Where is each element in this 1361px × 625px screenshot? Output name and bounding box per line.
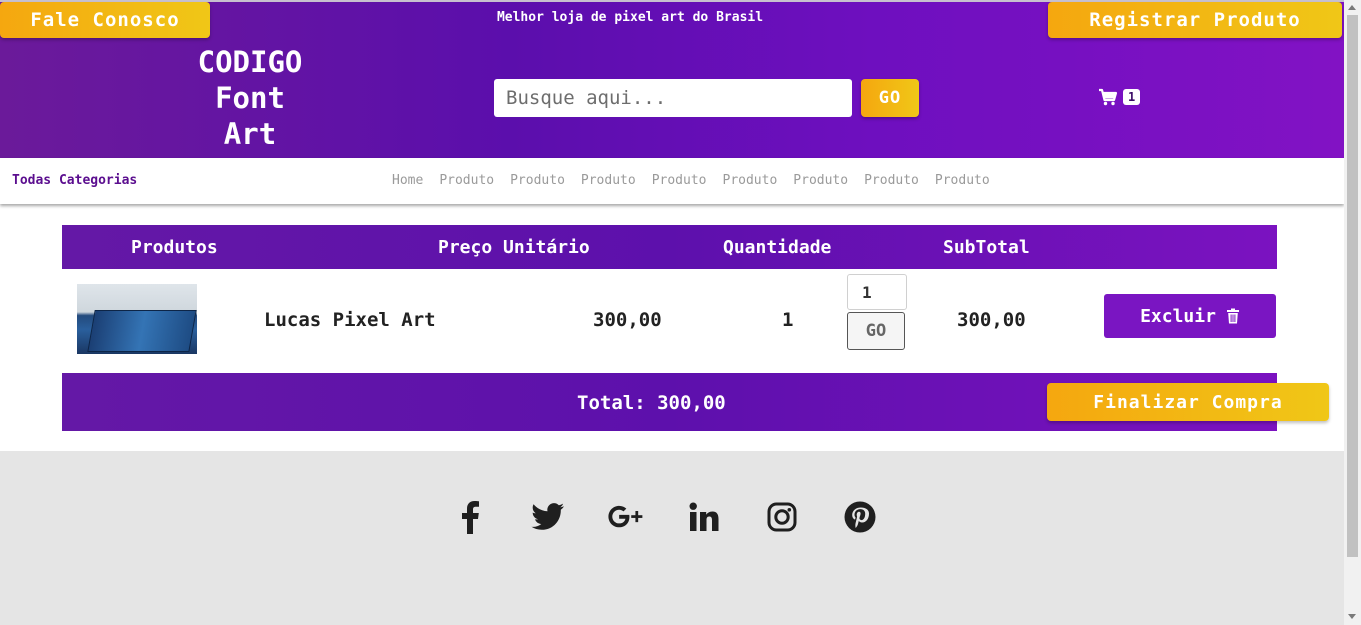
social-links	[452, 499, 920, 535]
nav-item-produto[interactable]: Produto	[581, 173, 636, 188]
cart-count-badge: 1	[1123, 89, 1141, 105]
page-scrollbar[interactable]	[1344, 0, 1361, 625]
scroll-up-arrow-icon[interactable]	[1348, 5, 1356, 10]
checkout-button[interactable]: Finalizar Compra	[1047, 383, 1329, 421]
cart-button[interactable]: 1	[1098, 88, 1141, 106]
register-product-button[interactable]: Registrar Produto	[1048, 2, 1342, 38]
quantity-input[interactable]: 1	[847, 274, 907, 310]
instagram-icon[interactable]	[764, 499, 800, 535]
nav-item-produto[interactable]: Produto	[510, 173, 565, 188]
logo-line-1: CODIGO	[197, 45, 303, 79]
product-thumbnail[interactable]	[77, 284, 197, 354]
cart-total-bar: Total: 300,00 Finalizar Compra	[62, 373, 1329, 431]
linkedin-icon[interactable]	[686, 499, 722, 535]
cart-total: Total: 300,00	[577, 392, 726, 414]
facebook-icon[interactable]	[452, 499, 488, 535]
nav-item-produto[interactable]: Produto	[652, 173, 707, 188]
cart-table-header: Produtos Preço Unitário Quantidade SubTo…	[62, 225, 1277, 269]
site-tagline: Melhor loja de pixel art do Brasil	[496, 10, 764, 25]
scroll-down-arrow-icon[interactable]	[1348, 614, 1356, 619]
scrollbar-thumb[interactable]	[1347, 15, 1358, 557]
column-header-products: Produtos	[131, 237, 218, 258]
product-image-art	[87, 310, 197, 352]
logo-line-3: Art	[223, 117, 277, 151]
quantity-value: 1	[782, 309, 794, 331]
cart-row: Lucas Pixel Art 300,00 1 1 GO 300,00 Exc…	[62, 269, 1277, 373]
category-nav: Todas Categorias Home Produto Produto Pr…	[0, 158, 1344, 204]
pinterest-icon[interactable]	[842, 499, 878, 535]
delete-button[interactable]: Excluir	[1104, 294, 1276, 338]
page: Fale Conosco Melhor loja de pixel art do…	[0, 0, 1344, 625]
delete-label: Excluir	[1140, 305, 1216, 327]
column-header-unit-price: Preço Unitário	[438, 237, 590, 258]
google-plus-icon[interactable]	[608, 499, 644, 535]
search-go-button[interactable]: GO	[861, 79, 919, 117]
nav-menu: Home Produto Produto Produto Produto Pro…	[392, 173, 990, 188]
all-categories-link[interactable]: Todas Categorias	[12, 173, 137, 188]
unit-price: 300,00	[593, 309, 662, 331]
product-name: Lucas Pixel Art	[264, 309, 436, 331]
nav-item-produto[interactable]: Produto	[935, 173, 990, 188]
site-logo[interactable]: CODIGO Font Art	[160, 44, 340, 152]
twitter-icon[interactable]	[530, 499, 566, 535]
update-quantity-button[interactable]: GO	[847, 312, 905, 350]
nav-item-home[interactable]: Home	[392, 173, 423, 188]
contact-button[interactable]: Fale Conosco	[0, 2, 210, 38]
logo-line-2: Font	[215, 81, 285, 115]
nav-item-produto[interactable]: Produto	[723, 173, 778, 188]
column-header-quantity: Quantidade	[723, 237, 832, 258]
site-footer	[0, 451, 1344, 625]
column-header-subtotal: SubTotal	[943, 237, 1030, 258]
nav-item-produto[interactable]: Produto	[864, 173, 919, 188]
cart-icon	[1099, 88, 1118, 106]
nav-item-produto[interactable]: Produto	[793, 173, 848, 188]
trash-icon	[1226, 308, 1239, 324]
search-input[interactable]: Busque aqui...	[494, 79, 852, 117]
site-header: Fale Conosco Melhor loja de pixel art do…	[0, 0, 1344, 158]
subtotal-value: 300,00	[957, 309, 1026, 331]
nav-item-produto[interactable]: Produto	[439, 173, 494, 188]
